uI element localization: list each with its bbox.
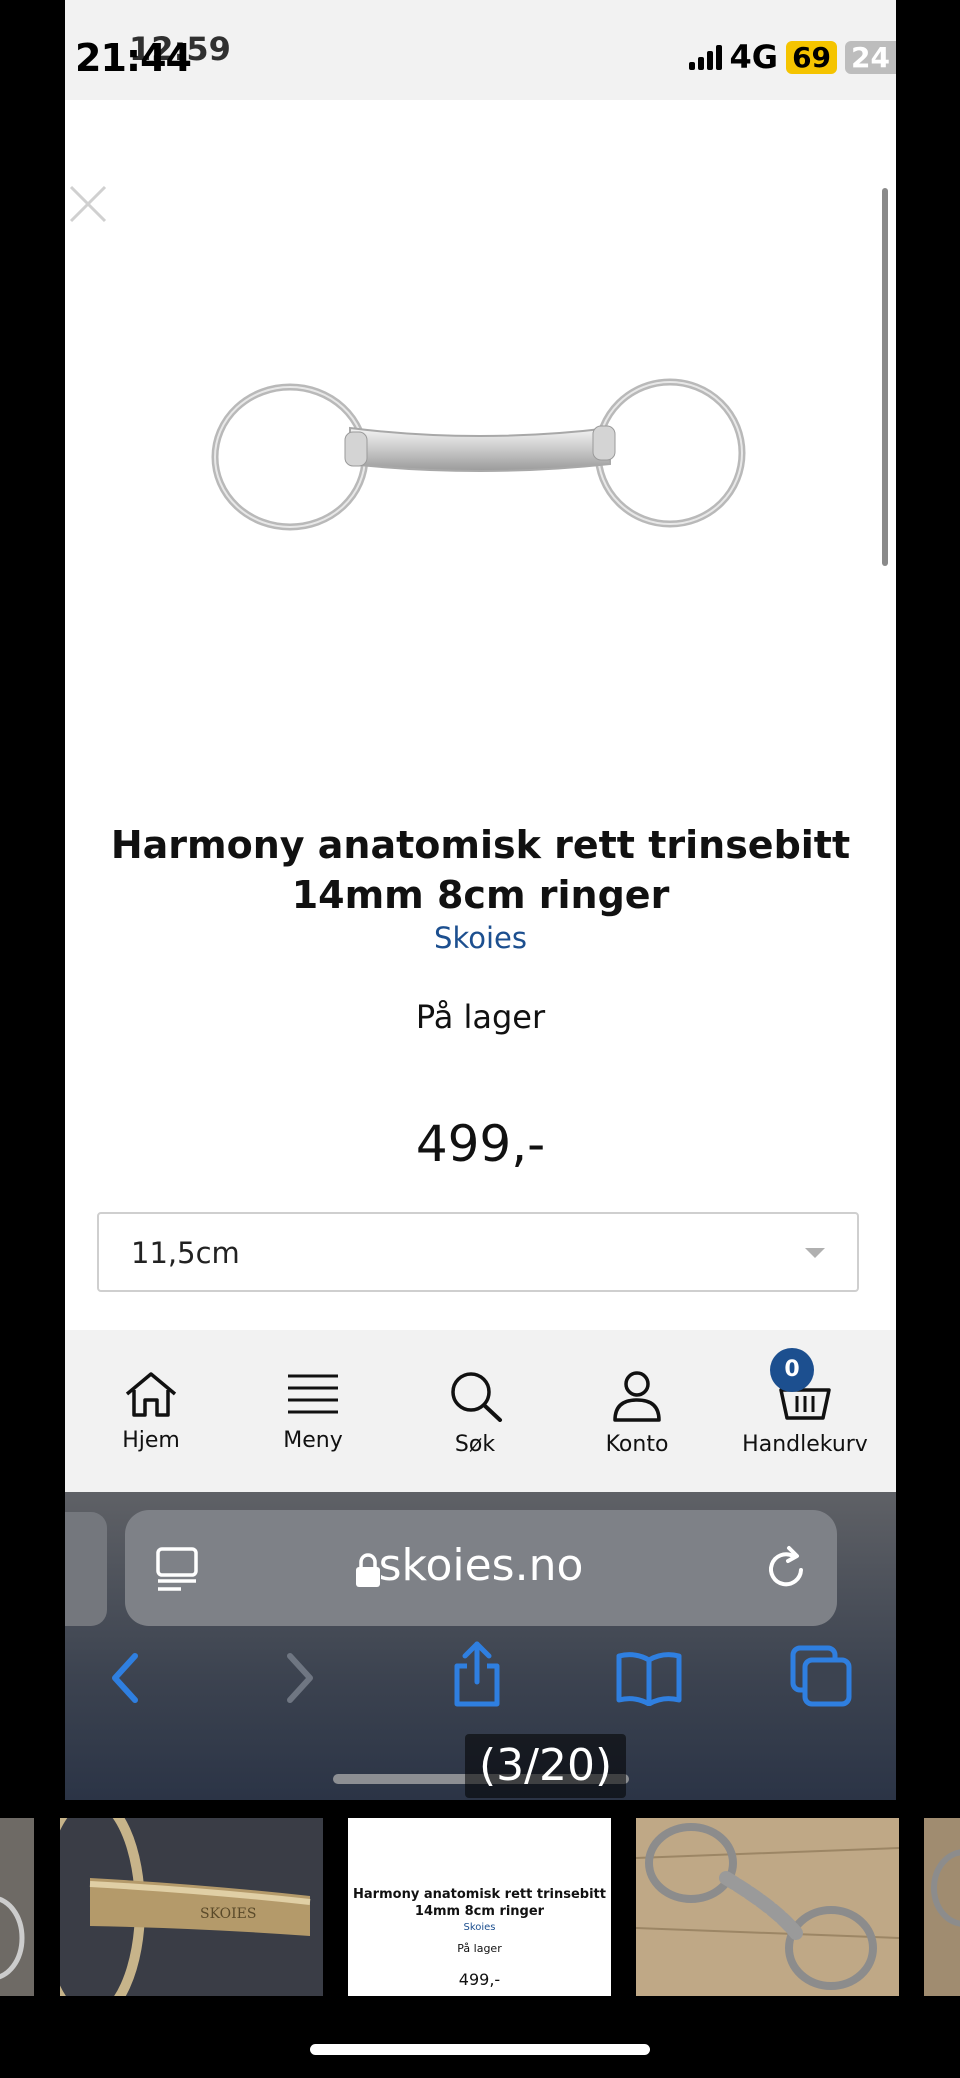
- scrollbar[interactable]: [882, 188, 888, 566]
- thumb-brand: Skoies: [463, 1922, 496, 1933]
- stock-status: På lager: [415, 998, 546, 1036]
- size-select[interactable]: 11,5cm: [97, 1212, 859, 1292]
- status-indicators: 4G 69 24: [688, 38, 896, 76]
- thumbnail-partial-right[interactable]: [924, 1818, 960, 1996]
- search-icon: [451, 1372, 502, 1422]
- home-icon: [125, 1372, 177, 1417]
- thumbnail-4[interactable]: [636, 1818, 899, 1996]
- account-icon: [613, 1371, 661, 1422]
- bottom-nav: Hjem Meny Søk Konto Handlekurv 0: [65, 1330, 896, 1492]
- thumb-stock: På lager: [457, 1942, 502, 1955]
- reload-icon[interactable]: [765, 1544, 809, 1592]
- back-icon[interactable]: [105, 1650, 145, 1706]
- product-title: Harmony anatomisk rett trinsebitt 14mm 8…: [110, 823, 851, 917]
- nav-label-search: Søk: [454, 1432, 496, 1457]
- gallery-counter: (3/20): [465, 1734, 627, 1798]
- chevron-down-icon: [805, 1248, 825, 1258]
- nav-item-home[interactable]: Hjem: [81, 1370, 221, 1453]
- menu-icon: [288, 1374, 338, 1414]
- nav-item-account[interactable]: Konto: [567, 1370, 707, 1457]
- nav-label-cart: Handlekurv: [742, 1432, 868, 1457]
- size-select-value: 11,5cm: [131, 1236, 240, 1270]
- thumb-price: 499,-: [458, 1970, 501, 1989]
- address-bar[interactable]: skoies.no: [125, 1510, 837, 1626]
- thumbnail-engraving: SKOIES: [200, 1906, 257, 1922]
- thumb-title: Harmony anatomisk rett trinsebitt 14mm 8…: [353, 1887, 606, 1919]
- close-icon[interactable]: [67, 183, 109, 225]
- product-image: [211, 378, 746, 531]
- previous-tab[interactable]: [65, 1512, 107, 1626]
- product-price: 499,-: [415, 1115, 546, 1173]
- nav-label-home: Hjem: [122, 1428, 180, 1453]
- url-text: skoies.no: [378, 1540, 584, 1591]
- signal-icon: [688, 44, 722, 70]
- nav-item-search[interactable]: Søk: [405, 1370, 545, 1457]
- network-label: 4G: [729, 38, 779, 76]
- thumbnail-2[interactable]: SKOIES: [60, 1818, 323, 1996]
- tabs-icon[interactable]: [789, 1644, 853, 1708]
- nav-label-menu: Meny: [283, 1428, 343, 1453]
- cart-count-badge: 0: [770, 1348, 814, 1392]
- status-time-overlay: 12:59: [129, 30, 231, 68]
- home-indicator: [310, 2044, 650, 2055]
- thumbnail-strip: SKOIES Harmony anatomisk rett trinsebitt…: [0, 1818, 960, 1996]
- battery-icon: 69: [786, 40, 838, 74]
- battery-overlay: 24: [845, 40, 896, 74]
- screenshot-frame: 21:44 12:59 4G 69 24 Harmony anatomisk r…: [65, 0, 896, 1800]
- bookmarks-icon[interactable]: [615, 1650, 683, 1706]
- thumbnail-partial-left[interactable]: [0, 1818, 34, 1996]
- status-bar: 21:44 12:59 4G 69 24: [65, 0, 896, 100]
- forward-icon[interactable]: [280, 1650, 320, 1706]
- share-icon[interactable]: [449, 1640, 505, 1708]
- nav-label-account: Konto: [605, 1432, 669, 1457]
- product-brand[interactable]: Skoies: [65, 921, 896, 955]
- thumbnail-3-active[interactable]: Harmony anatomisk rett trinsebitt 14mm 8…: [348, 1818, 611, 1996]
- nav-item-menu[interactable]: Meny: [243, 1370, 383, 1453]
